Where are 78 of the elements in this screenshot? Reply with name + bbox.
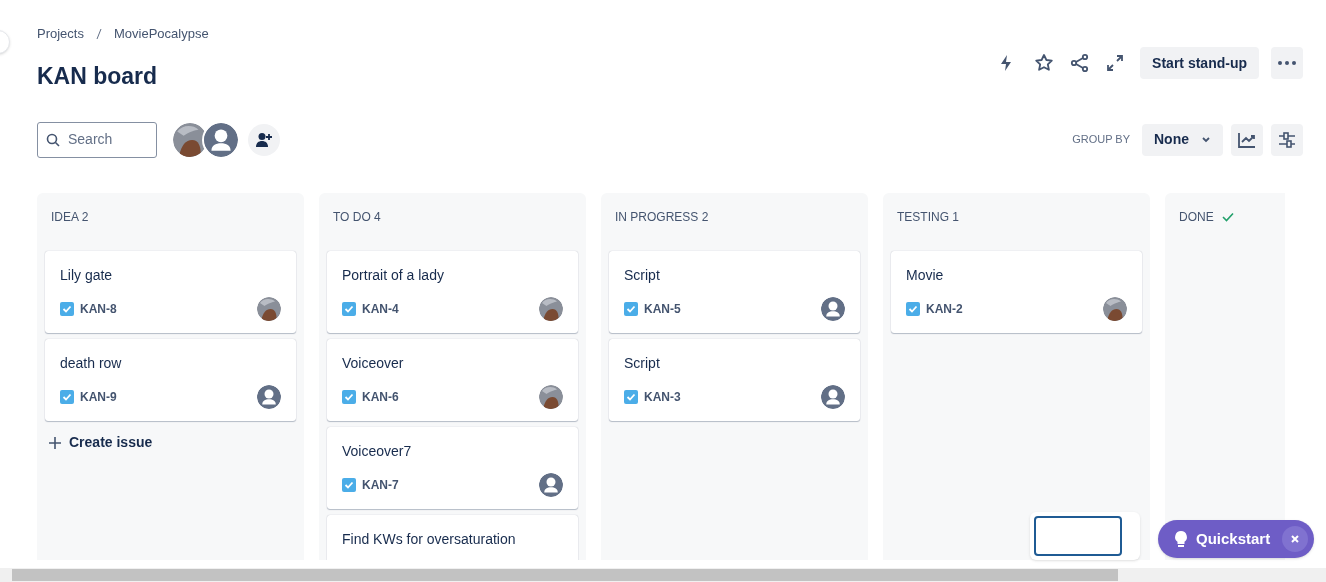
search-icon <box>46 132 60 147</box>
add-people-button[interactable] <box>248 123 280 156</box>
task-icon <box>624 301 638 316</box>
task-icon <box>906 301 920 316</box>
plus-icon <box>49 436 61 449</box>
create-issue-button[interactable]: Create issue <box>45 426 157 459</box>
breadcrumb-separator-icon <box>95 28 102 40</box>
task-icon <box>342 477 356 492</box>
issue-card[interactable]: Script KAN-5 <box>609 250 860 333</box>
task-icon <box>342 301 356 316</box>
assignee-avatar[interactable] <box>257 384 281 409</box>
issue-card[interactable]: Movie KAN-2 <box>891 250 1142 333</box>
assignee-avatar[interactable] <box>257 296 281 321</box>
issue-card[interactable]: Find KWs for oversaturation <box>327 514 578 560</box>
card-title: Script <box>624 265 661 285</box>
add-person-icon <box>255 131 273 148</box>
chart-icon <box>1238 131 1256 148</box>
assignee-avatar[interactable] <box>539 384 563 409</box>
issue-key[interactable]: KAN-2 <box>926 299 963 318</box>
lightbulb-icon <box>1174 530 1188 548</box>
search-field[interactable]: Search <box>37 121 157 158</box>
issue-key[interactable]: KAN-9 <box>80 387 117 406</box>
card-title: Portrait of a lady <box>342 265 445 285</box>
issue-card[interactable]: Portrait of a lady KAN-4 <box>327 250 578 333</box>
issue-key[interactable]: KAN-5 <box>644 299 681 318</box>
close-icon[interactable] <box>1282 526 1309 552</box>
assignee-avatar[interactable] <box>539 296 563 321</box>
sliders-icon <box>1278 131 1296 148</box>
column-title: DONE <box>1179 208 1214 226</box>
card-title: Movie <box>906 265 945 285</box>
assignee-avatar[interactable] <box>1103 296 1127 321</box>
issue-key[interactable]: KAN-6 <box>362 387 399 406</box>
card-title: Voiceover <box>342 353 405 373</box>
task-icon <box>342 389 356 404</box>
start-standup-button[interactable]: Start stand-up <box>1140 47 1259 79</box>
breadcrumb-link[interactable]: MoviePocalypse <box>113 24 209 44</box>
issue-key[interactable]: KAN-3 <box>644 387 681 406</box>
scrollbar-thumb[interactable] <box>12 569 1118 581</box>
search-input[interactable]: Search <box>68 129 148 150</box>
task-icon <box>624 389 638 404</box>
breadcrumb-link[interactable]: Projects <box>37 24 84 44</box>
card-title: Script <box>624 353 661 373</box>
horizontal-scrollbar[interactable] <box>0 568 1326 582</box>
more-button[interactable] <box>1271 47 1303 79</box>
group-by-dropdown[interactable]: None <box>1142 123 1223 156</box>
quickstart-button[interactable]: Quickstart <box>1158 520 1315 558</box>
issue-key[interactable]: KAN-7 <box>362 475 399 494</box>
issue-key[interactable]: KAN-4 <box>362 299 399 318</box>
view-settings-button[interactable] <box>1271 123 1303 156</box>
expand-icon[interactable] <box>1106 54 1125 72</box>
issue-card[interactable]: Voiceover7 KAN-7 <box>327 426 578 509</box>
column-title: IN PROGRESS 2 <box>615 208 709 226</box>
task-icon <box>60 301 74 316</box>
column-title: IDEA 2 <box>51 208 89 226</box>
more-icon <box>1278 61 1296 65</box>
chevron-down-icon <box>1201 136 1211 143</box>
card-title: Voiceover7 <box>342 441 413 461</box>
board-title: KAN board <box>37 62 159 91</box>
card-title: Lily gate <box>60 265 114 285</box>
issue-card[interactable]: death row KAN-9 <box>45 338 296 421</box>
avatar[interactable] <box>173 122 207 157</box>
task-icon <box>60 389 74 404</box>
group-by-label: GROUP BY <box>1072 132 1130 148</box>
card-title: death row <box>60 353 123 373</box>
assignee-avatar[interactable] <box>539 472 563 497</box>
share-icon[interactable] <box>1070 53 1091 73</box>
issue-card[interactable]: Voiceover KAN-6 <box>327 338 578 421</box>
star-icon[interactable] <box>1034 53 1055 73</box>
column-title: TO DO 4 <box>333 208 381 226</box>
issue-card[interactable]: Script KAN-3 <box>609 338 860 421</box>
issue-card[interactable]: Lily gate KAN-8 <box>45 250 296 333</box>
card-title: Find KWs for oversaturation <box>342 529 517 549</box>
assignee-avatar[interactable] <box>821 296 845 321</box>
column-title: TESTING 1 <box>897 208 959 226</box>
avatar[interactable] <box>204 122 238 157</box>
issue-key[interactable]: KAN-8 <box>80 299 117 318</box>
assignee-avatar[interactable] <box>821 384 845 409</box>
insights-button[interactable] <box>1231 123 1263 156</box>
